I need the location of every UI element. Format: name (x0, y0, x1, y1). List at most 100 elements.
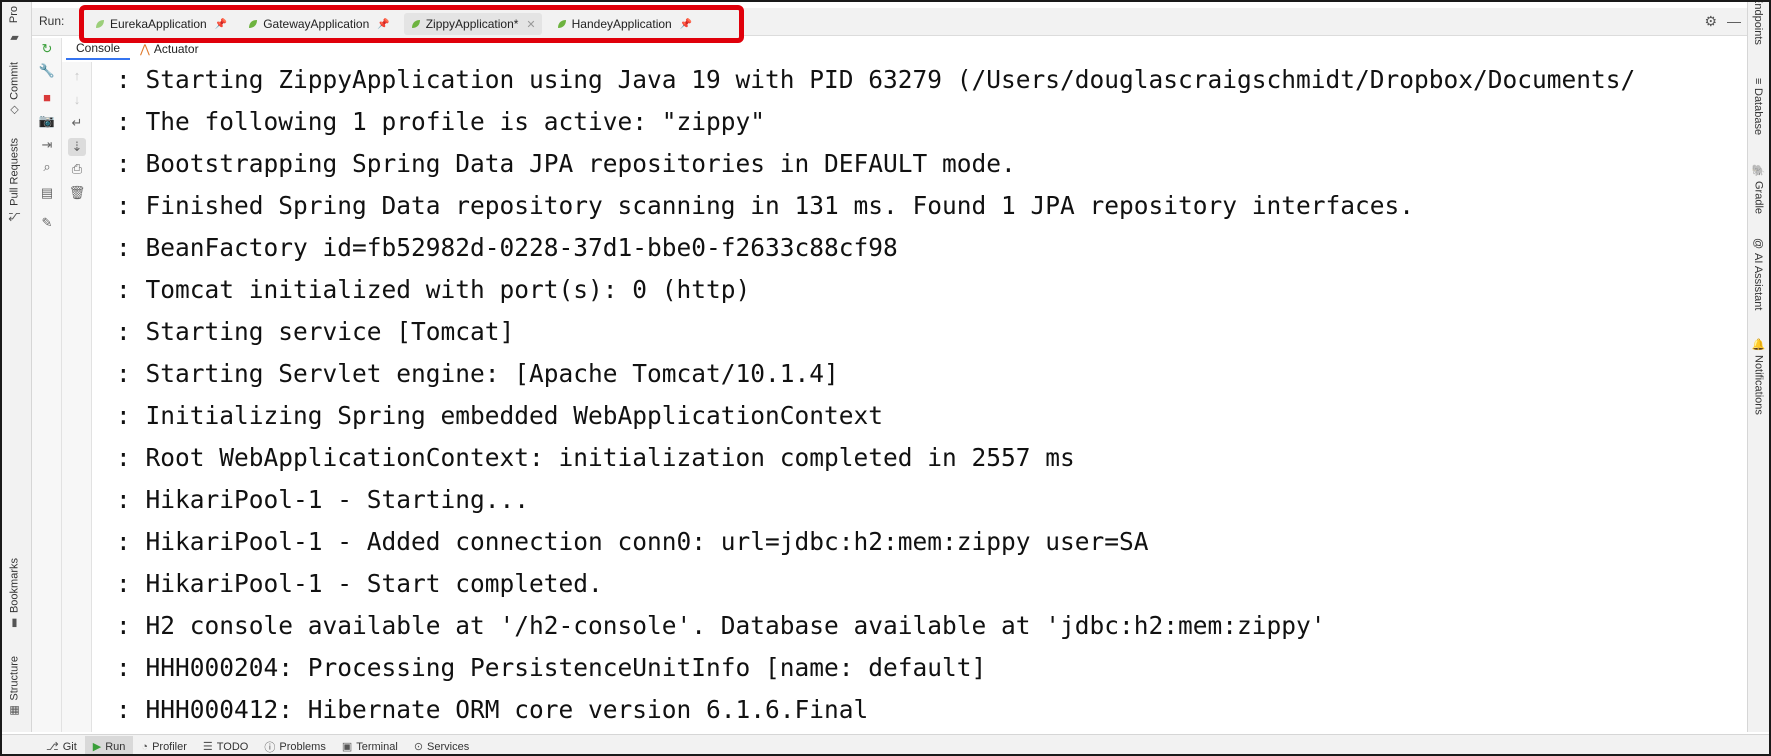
console-line: : Tomcat initialized with port(s): 0 (ht… (116, 275, 751, 304)
terminal-icon: ▣ (341, 741, 353, 753)
scroll-to-end-icon[interactable]: ⇣ (68, 138, 86, 156)
console-line: : HikariPool-1 - Starting... (116, 485, 530, 514)
pin-icon[interactable]: ✎ (38, 214, 56, 232)
problems-label: Problems (279, 740, 326, 753)
bookmarks-tool-button[interactable]: ▮ Bookmarks (8, 558, 22, 630)
run-tab-gateway[interactable]: GatewayApplication 📌 (241, 13, 396, 35)
database-icon: ≡ (1752, 78, 1764, 85)
stop-icon[interactable]: ■ (38, 88, 56, 106)
run-header: Run: EurekaApplication 📌 GatewayApplicat… (32, 5, 1747, 43)
actuator-icon: ⋀ (140, 42, 150, 56)
console-line: : HHH000204: Processing PersistenceUnitI… (116, 653, 987, 682)
down-arrow-icon[interactable]: ↓ (68, 90, 86, 108)
pin-icon[interactable]: 📌 (680, 19, 692, 30)
console-line: : HHH000412: Hibernate ORM core version … (116, 695, 869, 724)
console-output[interactable]: : Starting ZippyApplication using Java 1… (94, 62, 1745, 732)
commit-icon: ◇ (9, 103, 21, 117)
right-tool-stripe: Endpoints ≡ Database 🐘 Gradle @ AI Assis… (1747, 2, 1769, 732)
todo-tool-button[interactable]: ☰ TODO (195, 736, 256, 755)
folder-icon: ▰ (9, 32, 21, 45)
tab-actuator-label: Actuator (153, 42, 199, 56)
services-label: Services (427, 740, 470, 753)
up-arrow-icon[interactable]: ↑ (68, 66, 86, 84)
services-icon: ⊙ (413, 741, 424, 753)
gradle-label: Gradle (1752, 181, 1765, 215)
problems-tool-button[interactable]: ⓘ Problems (256, 736, 333, 755)
spring-boot-icon (557, 20, 566, 28)
spring-boot-icon (411, 20, 420, 28)
notifications-tool-button[interactable]: 🔔 Notifications (1752, 338, 1765, 415)
console-line: : Initializing Spring embedded WebApplic… (116, 401, 884, 430)
services-tool-button[interactable]: ⊙ Services (406, 736, 477, 755)
soft-wrap-icon[interactable]: ↵ (68, 114, 86, 132)
exit-icon[interactable]: ⇥ (38, 136, 56, 154)
run-tab-zippy[interactable]: ZippyApplication* ✕ (403, 13, 542, 35)
run-tab-handey[interactable]: HandeyApplication 📌 (550, 13, 699, 35)
structure-icon: ▦ (9, 704, 21, 718)
pull-request-icon: ⎇ (9, 209, 21, 223)
layout-icon[interactable]: ▤ (38, 184, 56, 202)
run-icon: ▶ (92, 741, 102, 753)
spring-boot-icon (249, 20, 258, 28)
run-tab-label: EurekaApplication (110, 17, 207, 31)
commit-label: Commit (8, 62, 21, 100)
wrench-icon[interactable]: 🔧 (38, 62, 56, 80)
run-tab-eureka[interactable]: EurekaApplication 📌 (88, 13, 233, 35)
console-line: : HikariPool-1 - Start completed. (116, 569, 603, 598)
gear-icon[interactable]: ⚙ (1704, 13, 1717, 30)
console-line: : Bootstrapping Spring Data JPA reposito… (116, 149, 1016, 178)
ai-assistant-icon: @ (1752, 238, 1764, 250)
git-tool-button[interactable]: ⎇ Git (38, 736, 85, 755)
tab-console-label: Console (76, 41, 121, 55)
pin-icon[interactable]: 📌 (377, 19, 389, 30)
run-toolbar-primary: ↻ 🔧 ■ 📷 ⇥ ⌕ ▤ ✎ (32, 38, 62, 732)
run-label: Run: (39, 14, 65, 28)
endpoints-label: Endpoints (1752, 0, 1764, 45)
tab-console[interactable]: Console (66, 38, 131, 60)
spring-boot-icon (96, 20, 104, 28)
structure-tool-button[interactable]: ▦ Structure (8, 656, 22, 718)
project-label: Pro (8, 6, 20, 24)
console-line: : BeanFactory id=fb52982d-0228-37d1-bbe0… (116, 233, 898, 262)
project-tool-button[interactable]: Pro (8, 6, 20, 23)
run-toolbar-secondary: ↑ ↓ ↵ ⇣ ⎙ 🗑 (62, 62, 92, 732)
pull-requests-tool-button[interactable]: ⎇ Pull Requests (8, 138, 22, 223)
minimize-icon[interactable]: — (1727, 13, 1741, 30)
git-branch-icon: ⎇ (46, 741, 59, 753)
ide-window: Pro ▰ ◇ Commit ⎇ Pull Requests ▮ Bookmar… (0, 0, 1771, 756)
console-line: : Root WebApplicationContext: initializa… (116, 443, 1075, 472)
terminal-tool-button[interactable]: ▣ Terminal (334, 736, 406, 755)
tool-window-bar: ⎇ Git ▶ Run ◔ Profiler ☰ TODO ⓘ Problems… (2, 734, 1769, 755)
close-icon[interactable]: ✕ (526, 18, 535, 31)
profiler-label: Profiler (152, 740, 187, 753)
run-tool-button[interactable]: ▶ Run (84, 735, 134, 754)
console-line: : The following 1 profile is active: "zi… (116, 107, 766, 136)
pull-requests-label: Pull Requests (8, 138, 21, 206)
console-line: : Starting service [Tomcat] (116, 317, 515, 346)
rerun-icon[interactable]: ↻ (38, 40, 56, 58)
trash-icon[interactable]: 🗑 (68, 184, 86, 202)
notifications-label: Notifications (1752, 355, 1765, 416)
profiler-tool-button[interactable]: ◔ Profiler (133, 736, 195, 755)
tab-actuator[interactable]: ⋀ Actuator (130, 38, 209, 60)
ai-assistant-label: AI Assistant (1752, 253, 1764, 311)
left-tool-stripe: Pro ▰ ◇ Commit ⎇ Pull Requests ▮ Bookmar… (2, 2, 32, 732)
database-tool-button[interactable]: ≡ Database (1752, 78, 1764, 136)
endpoints-tool-button[interactable]: Endpoints (1752, 0, 1764, 45)
console-line: : Starting Servlet engine: [Apache Tomca… (116, 359, 839, 388)
run-tab-label: GatewayApplication (263, 17, 370, 31)
run-tab-label: HandeyApplication (571, 17, 672, 31)
camera-icon[interactable]: 📷 (38, 112, 56, 130)
print-icon[interactable]: ⎙ (68, 160, 86, 178)
pin-icon[interactable]: 📌 (215, 19, 227, 30)
git-label: Git (62, 740, 77, 753)
problems-icon: ⓘ (264, 741, 276, 754)
gradle-tool-button[interactable]: 🐘 Gradle (1752, 164, 1765, 214)
terminal-label: Terminal (356, 740, 398, 753)
commit-tool-button[interactable]: ◇ Commit (8, 62, 22, 117)
structure-label: Structure (8, 656, 21, 701)
bookmarks-label: Bookmarks (8, 558, 21, 614)
ai-assistant-tool-button[interactable]: @ AI Assistant (1752, 238, 1764, 311)
inspect-icon[interactable]: ⌕ (38, 158, 56, 176)
todo-label: TODO (216, 740, 249, 753)
